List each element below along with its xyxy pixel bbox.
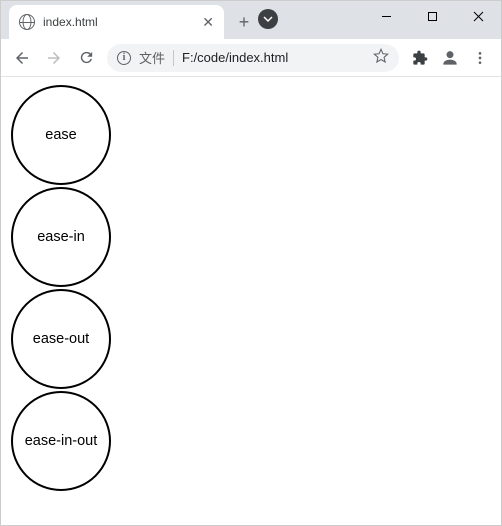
tab-search-button[interactable] [258, 9, 278, 29]
address-divider [173, 50, 174, 66]
menu-button[interactable] [465, 43, 495, 73]
timing-circle: ease-out [11, 289, 111, 389]
browser-titlebar: index.html ✕ + [1, 1, 501, 39]
close-window-button[interactable] [455, 1, 501, 31]
extensions-button[interactable] [405, 43, 435, 73]
minimize-button[interactable] [363, 1, 409, 31]
timing-label: ease-out [33, 331, 89, 347]
timing-circle: ease [11, 85, 111, 185]
forward-button[interactable] [39, 43, 69, 73]
maximize-button[interactable] [409, 1, 455, 31]
timing-label: ease-in-out [25, 433, 98, 449]
address-bar[interactable]: i 文件 F:/code/index.html [107, 44, 399, 72]
reload-button[interactable] [71, 43, 101, 73]
timing-label: ease [45, 127, 76, 143]
site-info-icon[interactable]: i [117, 51, 131, 65]
page-content: ease ease-in ease-out ease-in-out [1, 77, 501, 501]
bookmark-icon[interactable] [373, 48, 389, 67]
timing-circle: ease-in-out [11, 391, 111, 491]
window-controls [363, 1, 501, 31]
back-button[interactable] [7, 43, 37, 73]
timing-label: ease-in [37, 229, 85, 245]
close-tab-icon[interactable]: ✕ [202, 14, 214, 31]
profile-button[interactable] [435, 43, 465, 73]
timing-circle: ease-in [11, 187, 111, 287]
tab-title: index.html [43, 15, 194, 29]
new-tab-button[interactable]: + [230, 8, 258, 36]
address-prefix: 文件 [139, 48, 165, 67]
globe-icon [19, 14, 35, 30]
address-url: F:/code/index.html [182, 50, 288, 65]
browser-tab[interactable]: index.html ✕ [9, 5, 224, 39]
browser-toolbar: i 文件 F:/code/index.html [1, 39, 501, 77]
